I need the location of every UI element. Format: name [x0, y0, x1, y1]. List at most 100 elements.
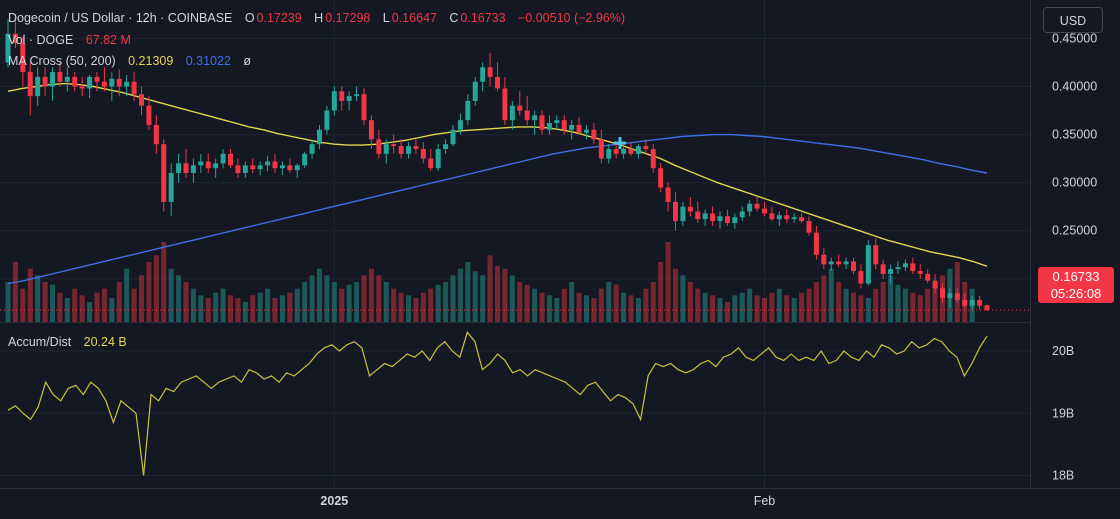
- candle-body: [109, 78, 115, 87]
- candle-body: [576, 124, 582, 133]
- volume-bar: [139, 275, 144, 322]
- candle-body: [628, 148, 634, 154]
- volume-bar: [621, 292, 627, 322]
- volume-bar: [287, 292, 293, 322]
- volume-bar: [509, 275, 515, 322]
- volume-bar: [917, 295, 923, 322]
- candle-body: [294, 165, 300, 171]
- volume-bar: [435, 284, 441, 322]
- candle-body: [695, 211, 701, 220]
- low-value: 0.16647: [391, 11, 437, 25]
- candle-body: [806, 221, 812, 233]
- volume-bar: [220, 288, 226, 322]
- volume-bar: [168, 268, 174, 322]
- candle-body: [450, 129, 456, 145]
- candle-body: [131, 81, 137, 95]
- volume-bar: [294, 288, 300, 322]
- ad-legend: Accum/Dist 20.24 B: [8, 335, 129, 349]
- candle-body: [836, 261, 842, 265]
- candle-body: [702, 213, 708, 220]
- candle-body: [168, 173, 174, 202]
- candle-body: [762, 208, 767, 214]
- candle-body: [858, 271, 864, 284]
- candle-body: [361, 94, 367, 121]
- volume-bar: [242, 302, 248, 322]
- high-value: 0.17298: [325, 11, 371, 25]
- candle-body: [272, 161, 278, 169]
- candle-body: [880, 264, 886, 274]
- candle-body: [368, 120, 374, 140]
- volume-bar: [339, 288, 345, 322]
- last-price-value: 0.16733: [1052, 269, 1100, 284]
- volume-bar: [146, 262, 152, 322]
- candle-body: [739, 211, 745, 218]
- candle-body: [873, 245, 879, 265]
- volume-bar: [5, 282, 11, 322]
- volume-bar: [27, 268, 33, 322]
- volume-bar: [124, 268, 130, 322]
- candle-body: [843, 261, 849, 265]
- volume-bar: [87, 302, 93, 322]
- last-price-tag: 0.16733 05:26:08: [1038, 267, 1114, 303]
- volume-bar: [569, 282, 575, 322]
- candle-body: [235, 165, 241, 174]
- volume-bar: [228, 295, 233, 322]
- volume-bar: [650, 282, 656, 322]
- candle-body: [665, 187, 671, 202]
- candle-body: [754, 203, 760, 209]
- ad-line: [7, 331, 988, 476]
- candle-body: [302, 153, 308, 166]
- volume-bar: [101, 288, 107, 322]
- volume-bar: [821, 275, 827, 322]
- volume-bar: [517, 282, 523, 322]
- candle-body: [962, 299, 968, 306]
- candle-body: [977, 299, 983, 306]
- candle-body: [910, 263, 916, 272]
- candle-body: [190, 165, 196, 174]
- volume-bar: [561, 288, 567, 322]
- candle-body: [769, 213, 775, 220]
- candle-body: [183, 163, 189, 174]
- candle-body: [213, 163, 219, 169]
- volume-bar: [895, 284, 901, 322]
- candle-body: [495, 76, 500, 89]
- candle-body: [161, 144, 167, 202]
- candle-body: [87, 76, 93, 89]
- candle-body: [643, 146, 649, 149]
- candle-body: [502, 88, 508, 121]
- chart-canvas[interactable]: 0.200000.250000.300000.350000.400000.450…: [0, 0, 1120, 519]
- volume-bar: [813, 282, 819, 322]
- candle-body: [124, 81, 130, 87]
- price-tick-label: 0.35000: [1052, 128, 1097, 142]
- candle-body: [420, 148, 426, 159]
- close-value: 0.16733: [460, 11, 506, 25]
- volume-bar: [658, 262, 664, 322]
- candle-body: [710, 213, 716, 222]
- candle-body: [569, 124, 575, 130]
- candle-body: [673, 201, 678, 222]
- candle-body: [465, 100, 471, 121]
- candle-body: [888, 269, 894, 274]
- open-label: O: [244, 11, 255, 25]
- candle-body: [146, 105, 152, 125]
- candle-body: [153, 124, 159, 145]
- volume-bar: [732, 295, 738, 322]
- volume-bar: [79, 295, 85, 322]
- currency-button[interactable]: USD: [1043, 7, 1103, 33]
- volume-bar: [902, 288, 908, 322]
- symbol-legend: Dogecoin / US Dollar · 12h · COINBASE O0…: [8, 11, 627, 25]
- volume-bar: [799, 292, 805, 322]
- volume-bar: [250, 295, 256, 322]
- volume-bar: [880, 282, 886, 322]
- volume-bar: [391, 288, 397, 322]
- volume-bar: [257, 292, 263, 322]
- candle-body: [376, 139, 382, 154]
- candle-body: [457, 120, 463, 130]
- candle-body: [354, 94, 360, 97]
- volume-bar: [828, 268, 834, 322]
- candle-body: [139, 94, 144, 106]
- volume-bar: [176, 275, 182, 322]
- ma-visibility-icon[interactable]: ø: [243, 54, 251, 68]
- candle-body: [554, 120, 560, 124]
- volume-bar: [539, 292, 545, 322]
